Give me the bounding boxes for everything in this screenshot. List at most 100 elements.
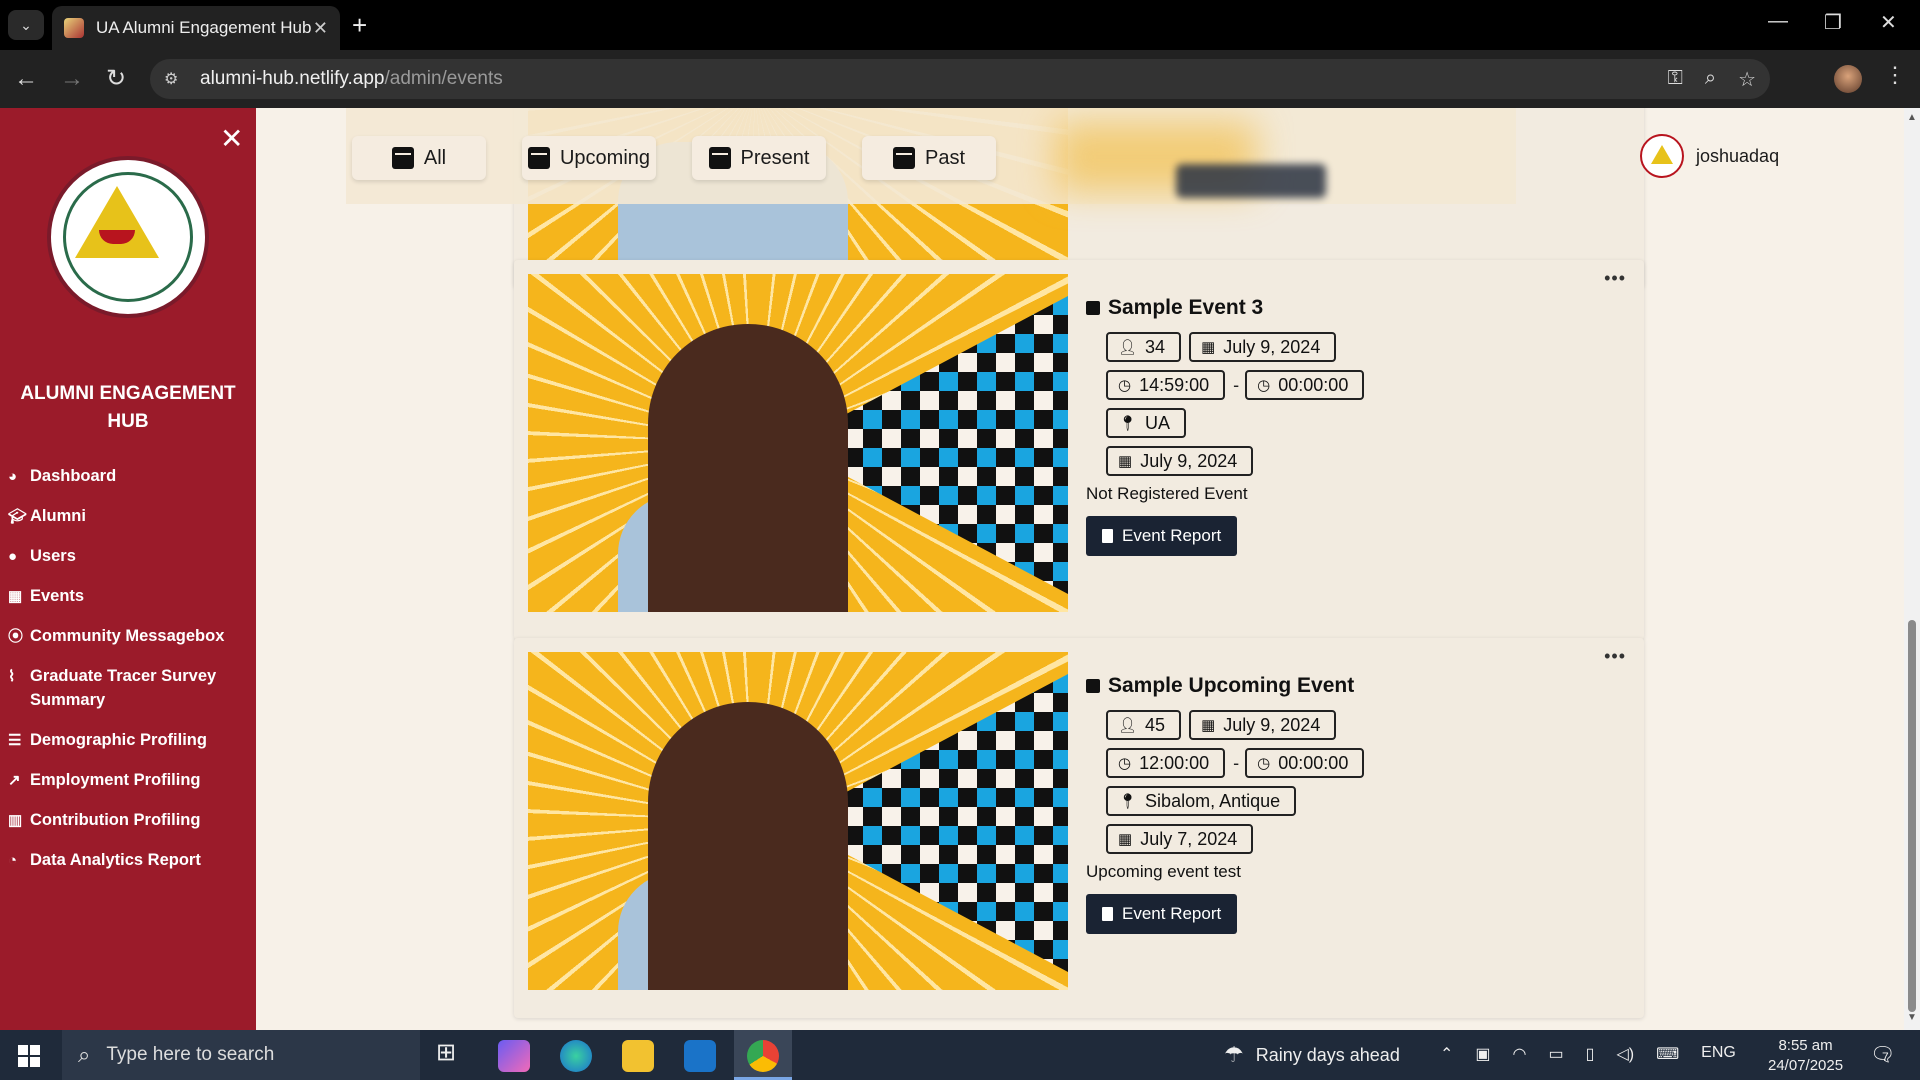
user-icon: ●: [8, 548, 18, 565]
browser-profile-avatar[interactable]: [1834, 65, 1862, 93]
keyboard-icon[interactable]: ⌨: [1656, 1044, 1679, 1064]
event-location: 📍︎ UA: [1106, 408, 1187, 438]
sidebar-item-demographic[interactable]: ☰ Demographic Profiling: [8, 728, 252, 768]
browser-tab[interactable]: UA Alumni Engagement Hub ✕: [52, 6, 340, 50]
calendar-icon: [527, 147, 550, 169]
university-logo: [47, 156, 209, 318]
page-scrollbar[interactable]: ▲ ▼: [1904, 108, 1920, 1030]
sidebar-item-label: Demographic Profiling: [30, 731, 207, 749]
event-report-button[interactable]: Event Report: [1086, 894, 1238, 934]
file-icon: [1102, 907, 1113, 921]
sidebar-item-events[interactable]: ▦ Events: [8, 584, 252, 624]
forward-icon[interactable]: →: [60, 64, 84, 94]
sidebar-item-tracer-survey[interactable]: ⌇ Graduate Tracer Survey Summary: [8, 664, 252, 728]
event-date: ▦ July 9, 2024: [1189, 710, 1337, 740]
event-title: Sample Upcoming Event: [1108, 674, 1355, 697]
sidebar-item-contribution[interactable]: ▥ Contribution Profiling: [8, 808, 252, 848]
taskbar-clock[interactable]: 8:55 am 24/07/2025: [1768, 1036, 1843, 1076]
minimize-icon[interactable]: —: [1768, 10, 1788, 33]
event-description: Not Registered Event: [1086, 484, 1248, 503]
search-icon: ⌕: [78, 1042, 91, 1067]
calendar-icon: ▦: [1201, 339, 1216, 356]
display-icon[interactable]: ▭: [1549, 1044, 1564, 1064]
clock-date: 24/07/2025: [1768, 1057, 1844, 1074]
browser-menu-icon[interactable]: ⋮: [1884, 62, 1906, 88]
more-options-icon[interactable]: •••: [1604, 646, 1626, 667]
username: joshuadaq: [1696, 145, 1780, 166]
password-key-icon[interactable]: ⚿: [1668, 67, 1683, 92]
event-card: ••• Sample Upcoming Event 👤︎ 45 ▦ July 9, …: [514, 638, 1644, 1018]
event-report-button[interactable]: Event Report: [1086, 516, 1238, 556]
back-icon[interactable]: ←: [14, 64, 38, 94]
calendar-icon: ▦: [8, 588, 23, 605]
new-tab-icon[interactable]: +: [352, 10, 367, 40]
site-info-icon[interactable]: ⚙: [164, 69, 186, 89]
reload-icon[interactable]: ↻: [106, 64, 126, 94]
pie-chart-icon: ◔: [8, 852, 18, 869]
notification-center[interactable]: 🗨︎ 7: [1870, 1042, 1895, 1067]
browser-toolbar: ← → ↻ ⚙ alumni-hub.netlify.app/admin/eve…: [0, 50, 1920, 108]
filter-upcoming-button[interactable]: Upcoming: [522, 136, 656, 180]
weather-widget[interactable]: ☂ Rainy days ahead: [1224, 1042, 1400, 1068]
tray-chevron-icon[interactable]: ⌃: [1440, 1044, 1453, 1064]
calendar-icon: ▦: [1201, 717, 1216, 734]
sidebar-item-analytics[interactable]: ◔ Data Analytics Report: [8, 848, 252, 888]
sidebar-item-community-messagebox[interactable]: ⦿ Community Messagebox: [8, 624, 252, 664]
meet-icon[interactable]: ▣: [1475, 1044, 1490, 1064]
sidebar-close-icon[interactable]: ✕: [220, 122, 243, 155]
sidebar-item-label: Dashboard: [30, 467, 117, 485]
taskbar-search[interactable]: ⌕ Type here to search: [62, 1030, 420, 1080]
outlook-icon[interactable]: [684, 1040, 716, 1072]
window-close-icon[interactable]: ✕: [1880, 10, 1897, 35]
calendar-icon: [1086, 301, 1100, 315]
windows-taskbar: ⌕ Type here to search ⊞ ☂ Rainy days ahe…: [0, 1030, 1920, 1080]
scroll-down-icon[interactable]: ▼: [1907, 1012, 1917, 1023]
restore-icon[interactable]: ❐: [1824, 10, 1842, 35]
wifi-icon[interactable]: ◠: [1513, 1044, 1527, 1064]
calendar-icon: ▦: [1118, 453, 1133, 470]
sidebar-item-label: Users: [30, 547, 76, 565]
event-location: 📍︎ Sibalom, Antique: [1106, 786, 1297, 816]
chrome-taskbar-button[interactable]: [734, 1030, 792, 1080]
scroll-thumb[interactable]: [1908, 620, 1916, 1012]
events-topbar: All Upcoming Present Past joshuadaq: [256, 108, 1896, 204]
chrome-icon: [747, 1040, 779, 1072]
scroll-up-icon[interactable]: ▲: [1907, 112, 1917, 123]
windows-start-icon[interactable]: [18, 1045, 40, 1067]
sidebar-item-users[interactable]: ● Users: [8, 544, 252, 584]
filter-past-button[interactable]: Past: [862, 136, 996, 180]
clock-time: 8:55 am: [1778, 1037, 1833, 1054]
battery-icon[interactable]: ▯: [1586, 1044, 1595, 1064]
copilot-icon[interactable]: [498, 1040, 530, 1072]
user-profile[interactable]: joshuadaq: [1640, 134, 1779, 178]
edge-icon[interactable]: [560, 1040, 592, 1072]
filter-all-button[interactable]: All: [352, 136, 486, 180]
task-view-icon[interactable]: ⊞: [436, 1038, 468, 1070]
language-indicator[interactable]: ENG: [1701, 1044, 1736, 1064]
user-check-icon: 👤︎: [1118, 339, 1138, 356]
sidebar-item-label: Employment Profiling: [30, 771, 201, 789]
main-content: All Upcoming Present Past joshuadaq ••• …: [256, 108, 1896, 1030]
sidebar-nav: ◕ Dashboard 🎓︎ Alumni ● Users ▦ Events ⦿ Comm…: [8, 464, 252, 888]
avatar: [1640, 134, 1684, 178]
map-pin-icon: 📍︎: [1118, 415, 1138, 432]
zoom-icon[interactable]: ⌕: [1705, 67, 1716, 92]
volume-icon[interactable]: ◁): [1616, 1044, 1634, 1064]
filter-present-button[interactable]: Present: [692, 136, 826, 180]
palette-icon: ◕: [8, 468, 18, 485]
time-separator: -: [1233, 374, 1240, 395]
url-path: /admin/events: [384, 68, 503, 89]
sidebar-item-label: Contribution Profiling: [30, 811, 201, 829]
sidebar-item-employment[interactable]: ↗ Employment Profiling: [8, 768, 252, 808]
tab-search-button[interactable]: ⌄: [8, 10, 44, 40]
more-options-icon[interactable]: •••: [1604, 268, 1626, 289]
user-check-icon: 👤︎: [1118, 717, 1138, 734]
event-created-date: ▦ July 9, 2024: [1106, 446, 1254, 476]
sidebar-item-dashboard[interactable]: ◕ Dashboard: [8, 464, 252, 504]
tab-close-icon[interactable]: ✕: [313, 18, 328, 39]
favicon-icon: [64, 18, 84, 38]
sidebar-item-alumni[interactable]: 🎓︎ Alumni: [8, 504, 252, 544]
address-bar[interactable]: ⚙ alumni-hub.netlify.app/admin/events ⚿ …: [150, 59, 1770, 99]
file-explorer-icon[interactable]: [622, 1040, 654, 1072]
bookmark-star-icon[interactable]: ☆: [1738, 67, 1756, 92]
